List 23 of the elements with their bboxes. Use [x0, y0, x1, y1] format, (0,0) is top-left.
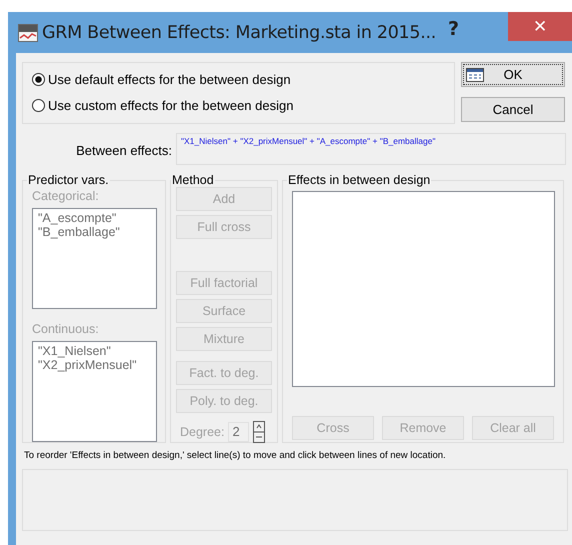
degree-label: Degree: — [180, 425, 224, 439]
between-effects-label: Between effects: — [75, 142, 172, 158]
group-title: Predictor vars. — [27, 173, 110, 187]
radio-option[interactable]: Use custom effects for the between design — [32, 95, 454, 115]
ok-button[interactable]: OK — [461, 62, 565, 87]
close-button[interactable]: ✕ — [508, 12, 572, 41]
variable-item[interactable]: "X1_Nielsen" — [38, 344, 151, 358]
continuous-label: Continuous: — [32, 322, 100, 336]
help-button[interactable]: ? — [448, 18, 460, 40]
between-effects-field: "X1_Nielsen" + "X2_prixMensuel" + "A_escompte" + "B_emballage" — [176, 133, 566, 165]
window-title: GRM Between Effects: Marketing.sta in 2015... — [42, 22, 436, 42]
variable-item[interactable]: "B_emballage" — [38, 225, 151, 239]
chart-icon — [18, 24, 38, 42]
group-title: Effects in between design — [287, 173, 432, 187]
variable-item[interactable]: "X2_prixMensuel" — [38, 358, 151, 372]
radio-option[interactable]: Use default effects for the between design — [32, 69, 454, 89]
table-icon — [466, 68, 484, 82]
cancel-button[interactable]: Cancel — [461, 97, 565, 122]
hint-text: To reorder 'Effects in between design,' select line(s) to move and click between lines of new location. — [24, 450, 447, 461]
spinner-icon[interactable] — [253, 421, 266, 443]
group-title: Method — [171, 173, 215, 187]
variable-item[interactable]: "A_escompte" — [38, 211, 151, 225]
categorical-label: Categorical: — [32, 189, 100, 203]
